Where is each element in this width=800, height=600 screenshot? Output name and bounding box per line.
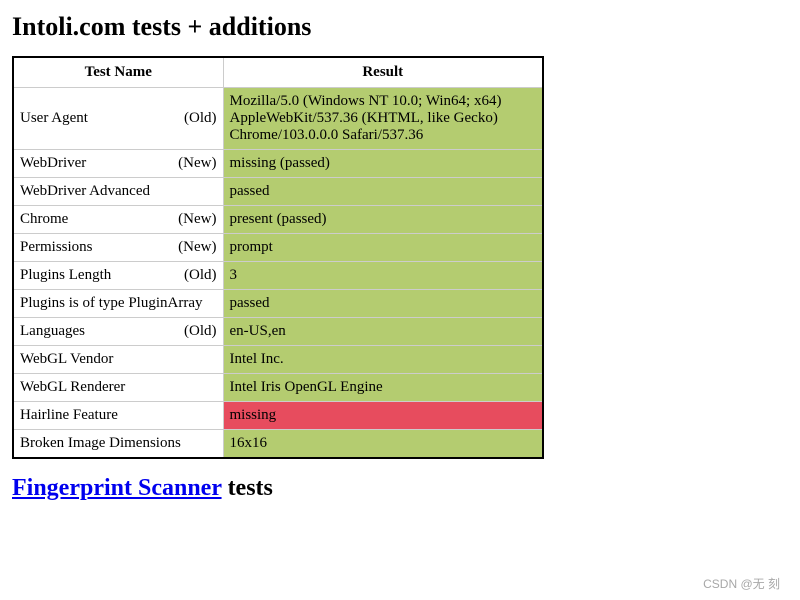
test-result-cell: present (passed) (223, 206, 543, 234)
test-result-cell: prompt (223, 234, 543, 262)
test-tag: (New) (178, 211, 216, 228)
table-row: WebGL Vendor Intel Inc. (13, 346, 543, 374)
table-row: Plugins is of type PluginArray passed (13, 290, 543, 318)
test-name-cell: Hairline Feature (13, 402, 223, 430)
page-title: Intoli.com tests + additions (12, 12, 788, 42)
table-row: Chrome (New) present (passed) (13, 206, 543, 234)
test-name: WebDriver Advanced (20, 183, 150, 199)
table-row: WebDriver (New) missing (passed) (13, 150, 543, 178)
test-name-cell: WebGL Renderer (13, 374, 223, 402)
test-name-cell: WebDriver Advanced (13, 178, 223, 206)
test-name: Permissions (20, 239, 93, 255)
test-result-cell: Mozilla/5.0 (Windows NT 10.0; Win64; x64… (223, 88, 543, 150)
test-tag: (Old) (184, 323, 217, 340)
test-name-cell: Plugins is of type PluginArray (13, 290, 223, 318)
test-name: Plugins Length (20, 267, 111, 283)
test-name-cell: Plugins Length (Old) (13, 262, 223, 290)
table-row: Permissions (New) prompt (13, 234, 543, 262)
test-result-cell: 3 (223, 262, 543, 290)
test-tag: (New) (178, 239, 216, 256)
test-result-cell: missing (passed) (223, 150, 543, 178)
tests-table-body: User Agent (Old) Mozilla/5.0 (Windows NT 1… (13, 88, 543, 459)
table-row: Hairline Feature missing (13, 402, 543, 430)
table-row: Plugins Length (Old) 3 (13, 262, 543, 290)
test-name: WebDriver (20, 155, 86, 171)
test-result-cell: 16x16 (223, 430, 543, 459)
test-name: WebGL Renderer (20, 379, 125, 395)
test-name: Languages (20, 323, 85, 339)
test-name: User Agent (20, 110, 88, 126)
test-name: WebGL Vendor (20, 351, 113, 367)
tests-table: Test Name Result User Agent (Old) Mozilla/… (12, 56, 544, 459)
test-name-cell: WebDriver (New) (13, 150, 223, 178)
test-name-cell: User Agent (Old) (13, 88, 223, 150)
col-header-name: Test Name (13, 57, 223, 88)
table-row: Languages (Old) en-US,en (13, 318, 543, 346)
test-result-cell: passed (223, 290, 543, 318)
page-content[interactable]: Intoli.com tests + additions Test Name R… (0, 0, 800, 600)
table-row: WebDriver Advanced passed (13, 178, 543, 206)
test-tag: (New) (178, 155, 216, 172)
fingerprint-suffix: tests (222, 475, 273, 501)
test-tag: (Old) (184, 267, 217, 284)
test-name-cell: Chrome (New) (13, 206, 223, 234)
test-result-cell: passed (223, 178, 543, 206)
test-name-cell: Permissions (New) (13, 234, 223, 262)
test-result-cell: en-US,en (223, 318, 543, 346)
test-result-cell: Intel Inc. (223, 346, 543, 374)
test-tag: (Old) (184, 110, 217, 127)
test-name-cell: Languages (Old) (13, 318, 223, 346)
test-name: Hairline Feature (20, 407, 118, 423)
test-name: Chrome (20, 211, 68, 227)
table-row: User Agent (Old) Mozilla/5.0 (Windows NT 1… (13, 88, 543, 150)
test-name-cell: WebGL Vendor (13, 346, 223, 374)
col-header-result: Result (223, 57, 543, 88)
test-name: Plugins is of type PluginArray (20, 295, 203, 311)
test-name: Broken Image Dimensions (20, 435, 181, 451)
test-name-cell: Broken Image Dimensions (13, 430, 223, 459)
table-row: WebGL Renderer Intel Iris OpenGL Engine (13, 374, 543, 402)
table-row: Broken Image Dimensions 16x16 (13, 430, 543, 459)
test-result-cell: Intel Iris OpenGL Engine (223, 374, 543, 402)
section-fingerprint-heading: Fingerprint Scanner tests (12, 475, 788, 502)
fingerprint-scanner-link[interactable]: Fingerprint Scanner (12, 475, 222, 501)
test-result-cell: missing (223, 402, 543, 430)
